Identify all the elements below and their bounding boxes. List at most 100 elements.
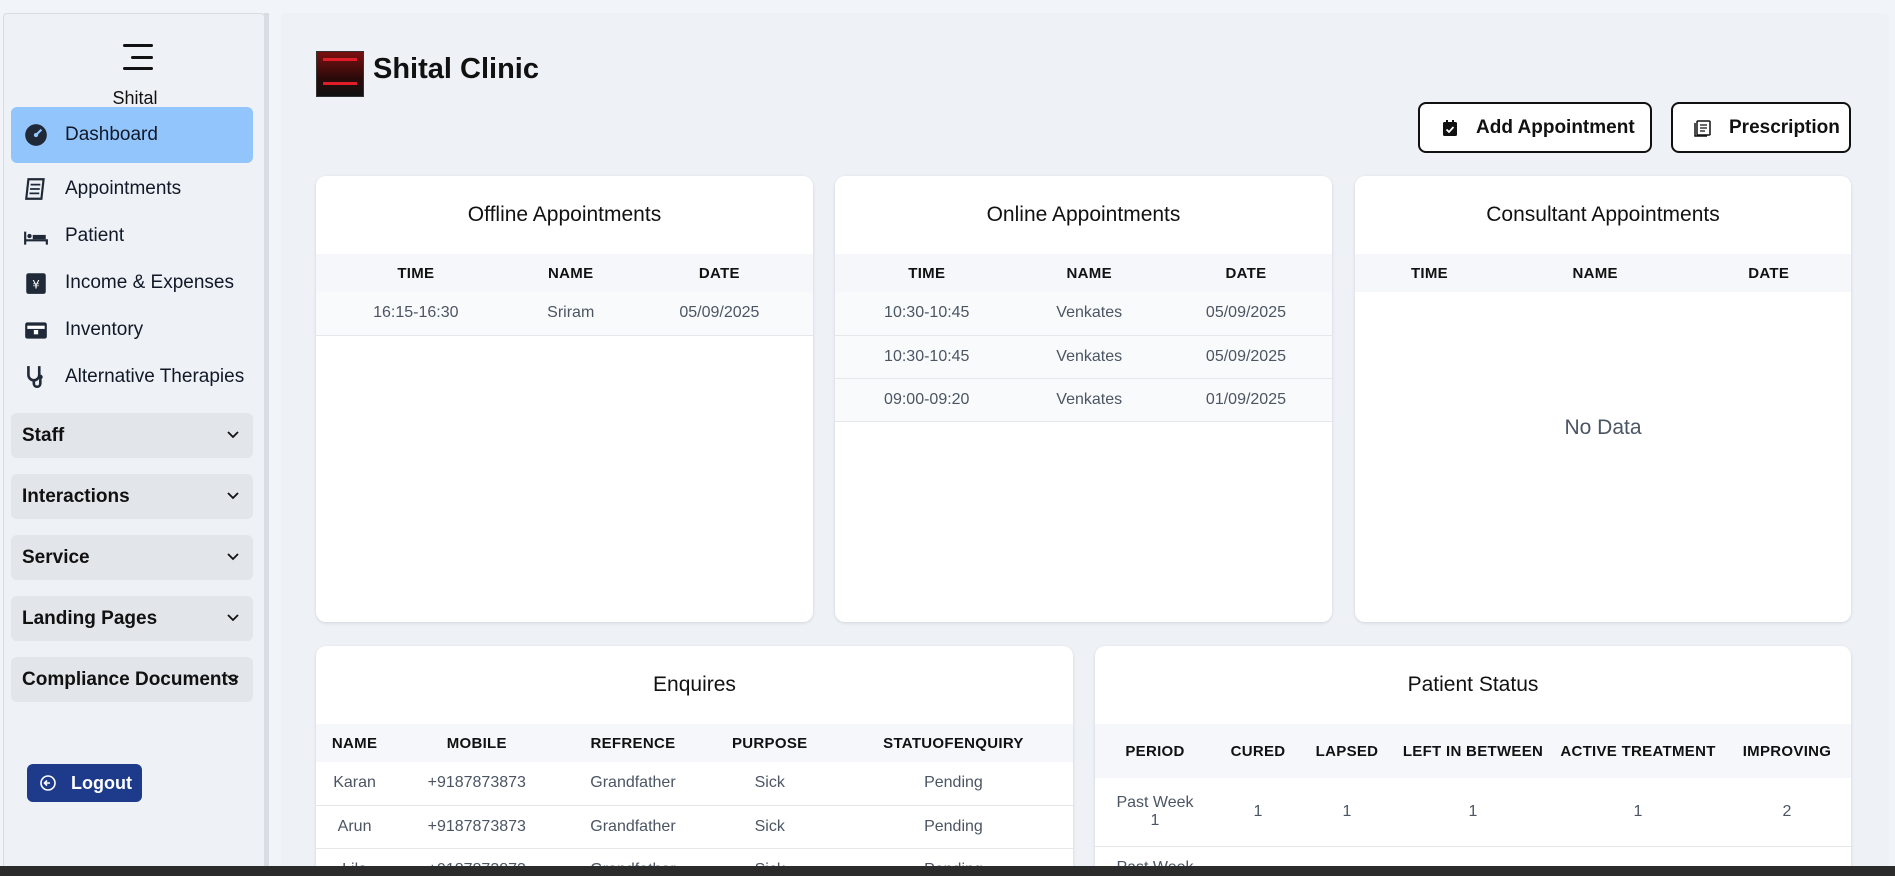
column-header: TIME	[316, 254, 516, 292]
sidebar-item-income-expenses[interactable]: ¥ Income & Expenses	[11, 259, 253, 306]
sidebar-section-landing-pages[interactable]: Landing Pages	[11, 596, 253, 641]
enquires-card: Enquires NAME MOBILE REFRENCE PURPOSE ST…	[316, 646, 1073, 876]
column-header: PURPOSE	[705, 724, 834, 762]
column-header: NAME	[1503, 254, 1687, 292]
table-cell: Venkates	[1018, 378, 1160, 422]
section-label: Interactions	[22, 485, 130, 507]
add-appointment-button[interactable]: Add Appointment	[1418, 102, 1652, 153]
table-cell: 05/09/2025	[1159, 335, 1332, 379]
column-header: DATE	[625, 254, 813, 292]
table-cell: 1	[1301, 778, 1393, 847]
sidebar-section-interactions[interactable]: Interactions	[11, 474, 253, 519]
table-cell: Pending	[833, 805, 1073, 849]
column-header: DATE	[1159, 254, 1332, 292]
table-cell: 01/09/2025	[1159, 378, 1332, 422]
table-cell: 05/09/2025	[625, 292, 813, 336]
empty-state: No Data	[1564, 416, 1642, 439]
table-cell: 09:00-09:20	[835, 378, 1019, 422]
table-cell: Venkates	[1018, 335, 1160, 379]
table-cell: +9187873873	[393, 805, 561, 849]
table-cell: Venkates	[1018, 292, 1160, 336]
column-header: DATE	[1686, 254, 1851, 292]
sidebar-item-dashboard[interactable]: Dashboard	[11, 107, 253, 163]
card-title: Offline Appointments	[467, 203, 662, 226]
table-cell: Sick	[705, 805, 834, 849]
chevron-down-icon	[227, 675, 239, 683]
table-cell: Grandfather	[560, 805, 706, 849]
card-title: Consultant Appointments	[1486, 203, 1720, 226]
prescription-button[interactable]: Prescription	[1671, 102, 1851, 153]
column-header: TIME	[1355, 254, 1504, 292]
table-row[interactable]: 10:30-10:45 Venkates 05/09/2025	[835, 292, 1332, 336]
income-yen-icon: ¥	[21, 270, 51, 296]
column-header: CURED	[1215, 724, 1301, 778]
table-cell: +9187873873	[393, 762, 561, 806]
logout-button[interactable]: Logout	[27, 764, 142, 802]
table-cell: 05/09/2025	[1159, 292, 1332, 336]
page-title: Shital Clinic	[373, 53, 539, 85]
table-row[interactable]: Past Week 1 1 1 1 1 2	[1095, 778, 1851, 847]
section-label: Service	[22, 546, 90, 568]
table-cell: Arun	[316, 805, 394, 849]
sidebar-item-inventory[interactable]: Inventory	[11, 306, 253, 353]
consultant-appointments-card: Consultant Appointments TIME NAME DATE N…	[1355, 176, 1851, 622]
sidebar-item-alternative-therapies[interactable]: Alternative Therapies	[11, 353, 253, 400]
sidebar-item-label: Income & Expenses	[65, 271, 234, 293]
section-label: Staff	[22, 424, 65, 446]
enquires-table: NAME MOBILE REFRENCE PURPOSE STATUOFENQU…	[316, 724, 1073, 876]
sidebar-item-appointments[interactable]: Appointments	[11, 165, 253, 212]
brand-name: Shital	[112, 88, 158, 108]
chevron-down-icon	[227, 431, 239, 439]
consultant-appointments-table: TIME NAME DATE	[1355, 254, 1851, 292]
menu-toggle-icon[interactable]	[123, 44, 153, 70]
sidebar-item-label: Dashboard	[65, 124, 158, 145]
offline-appointments-table: TIME NAME DATE 16:15-16:30 Sriram 05/09/…	[316, 254, 813, 336]
card-title: Enquires	[653, 673, 736, 696]
prescription-label: Prescription	[1729, 116, 1840, 138]
clinic-logo	[316, 51, 364, 97]
table-cell: 10:30-10:45	[835, 335, 1019, 379]
table-row[interactable]: Karan +9187873873 Grandfather Sick Pendi…	[316, 762, 1073, 806]
chevron-down-icon	[227, 553, 239, 561]
column-header: LAPSED	[1301, 724, 1393, 778]
online-appointments-table: TIME NAME DATE 10:30-10:45 Venkates 05/0…	[835, 254, 1332, 422]
taskbar-strip	[0, 866, 1895, 876]
table-cell: 1	[1215, 778, 1301, 847]
table-cell: Karan	[316, 762, 394, 806]
inventory-chest-icon	[21, 317, 51, 343]
table-row[interactable]: Arun +9187873873 Grandfather Sick Pendin…	[316, 805, 1073, 849]
sidebar-item-patient[interactable]: Patient	[11, 212, 253, 259]
section-label: Landing Pages	[22, 607, 158, 629]
column-header: LEFT IN BETWEEN	[1393, 724, 1553, 778]
column-header: NAME	[1018, 254, 1160, 292]
online-appointments-card: Online Appointments TIME NAME DATE 10:30…	[835, 176, 1332, 622]
sidebar-item-label: Patient	[65, 224, 125, 246]
sidebar-item-label: Appointments	[65, 177, 182, 199]
table-cell: 1	[1393, 778, 1553, 847]
table-row[interactable]: 16:15-16:30 Sriram 05/09/2025	[316, 292, 813, 336]
patient-status-table: PERIOD CURED LAPSED LEFT IN BETWEEN ACTI…	[1095, 724, 1851, 876]
sidebar-scrollbar[interactable]	[264, 13, 269, 876]
chevron-down-icon	[227, 614, 239, 622]
table-cell: Pending	[833, 762, 1073, 806]
table-cell: Past Week 1	[1095, 778, 1215, 847]
column-header: NAME	[515, 254, 626, 292]
appointments-book-icon	[21, 176, 51, 202]
add-appointment-label: Add Appointment	[1476, 116, 1635, 138]
offline-appointments-card: Offline Appointments TIME NAME DATE 16:1…	[316, 176, 813, 622]
sidebar-nav: Dashboard Appointments Patient ¥ Income …	[11, 107, 253, 400]
table-cell: 10:30-10:45	[835, 292, 1019, 336]
prescription-document-icon	[1694, 119, 1711, 137]
sidebar-section-compliance-documents[interactable]: Compliance Documents	[11, 657, 253, 702]
sidebar-section-service[interactable]: Service	[11, 535, 253, 580]
table-cell: 2	[1723, 778, 1851, 847]
logout-icon	[40, 775, 56, 791]
card-title: Patient Status	[1407, 673, 1539, 696]
table-cell: 1	[1553, 778, 1723, 847]
section-label: Compliance Documents	[22, 668, 239, 690]
column-header: STATUOFENQUIRY	[833, 724, 1073, 762]
table-row[interactable]: 10:30-10:45 Venkates 05/09/2025	[835, 335, 1332, 379]
table-row[interactable]: 09:00-09:20 Venkates 01/09/2025	[835, 378, 1332, 422]
column-header: IMPROVING	[1723, 724, 1851, 778]
sidebar-section-staff[interactable]: Staff	[11, 413, 253, 458]
